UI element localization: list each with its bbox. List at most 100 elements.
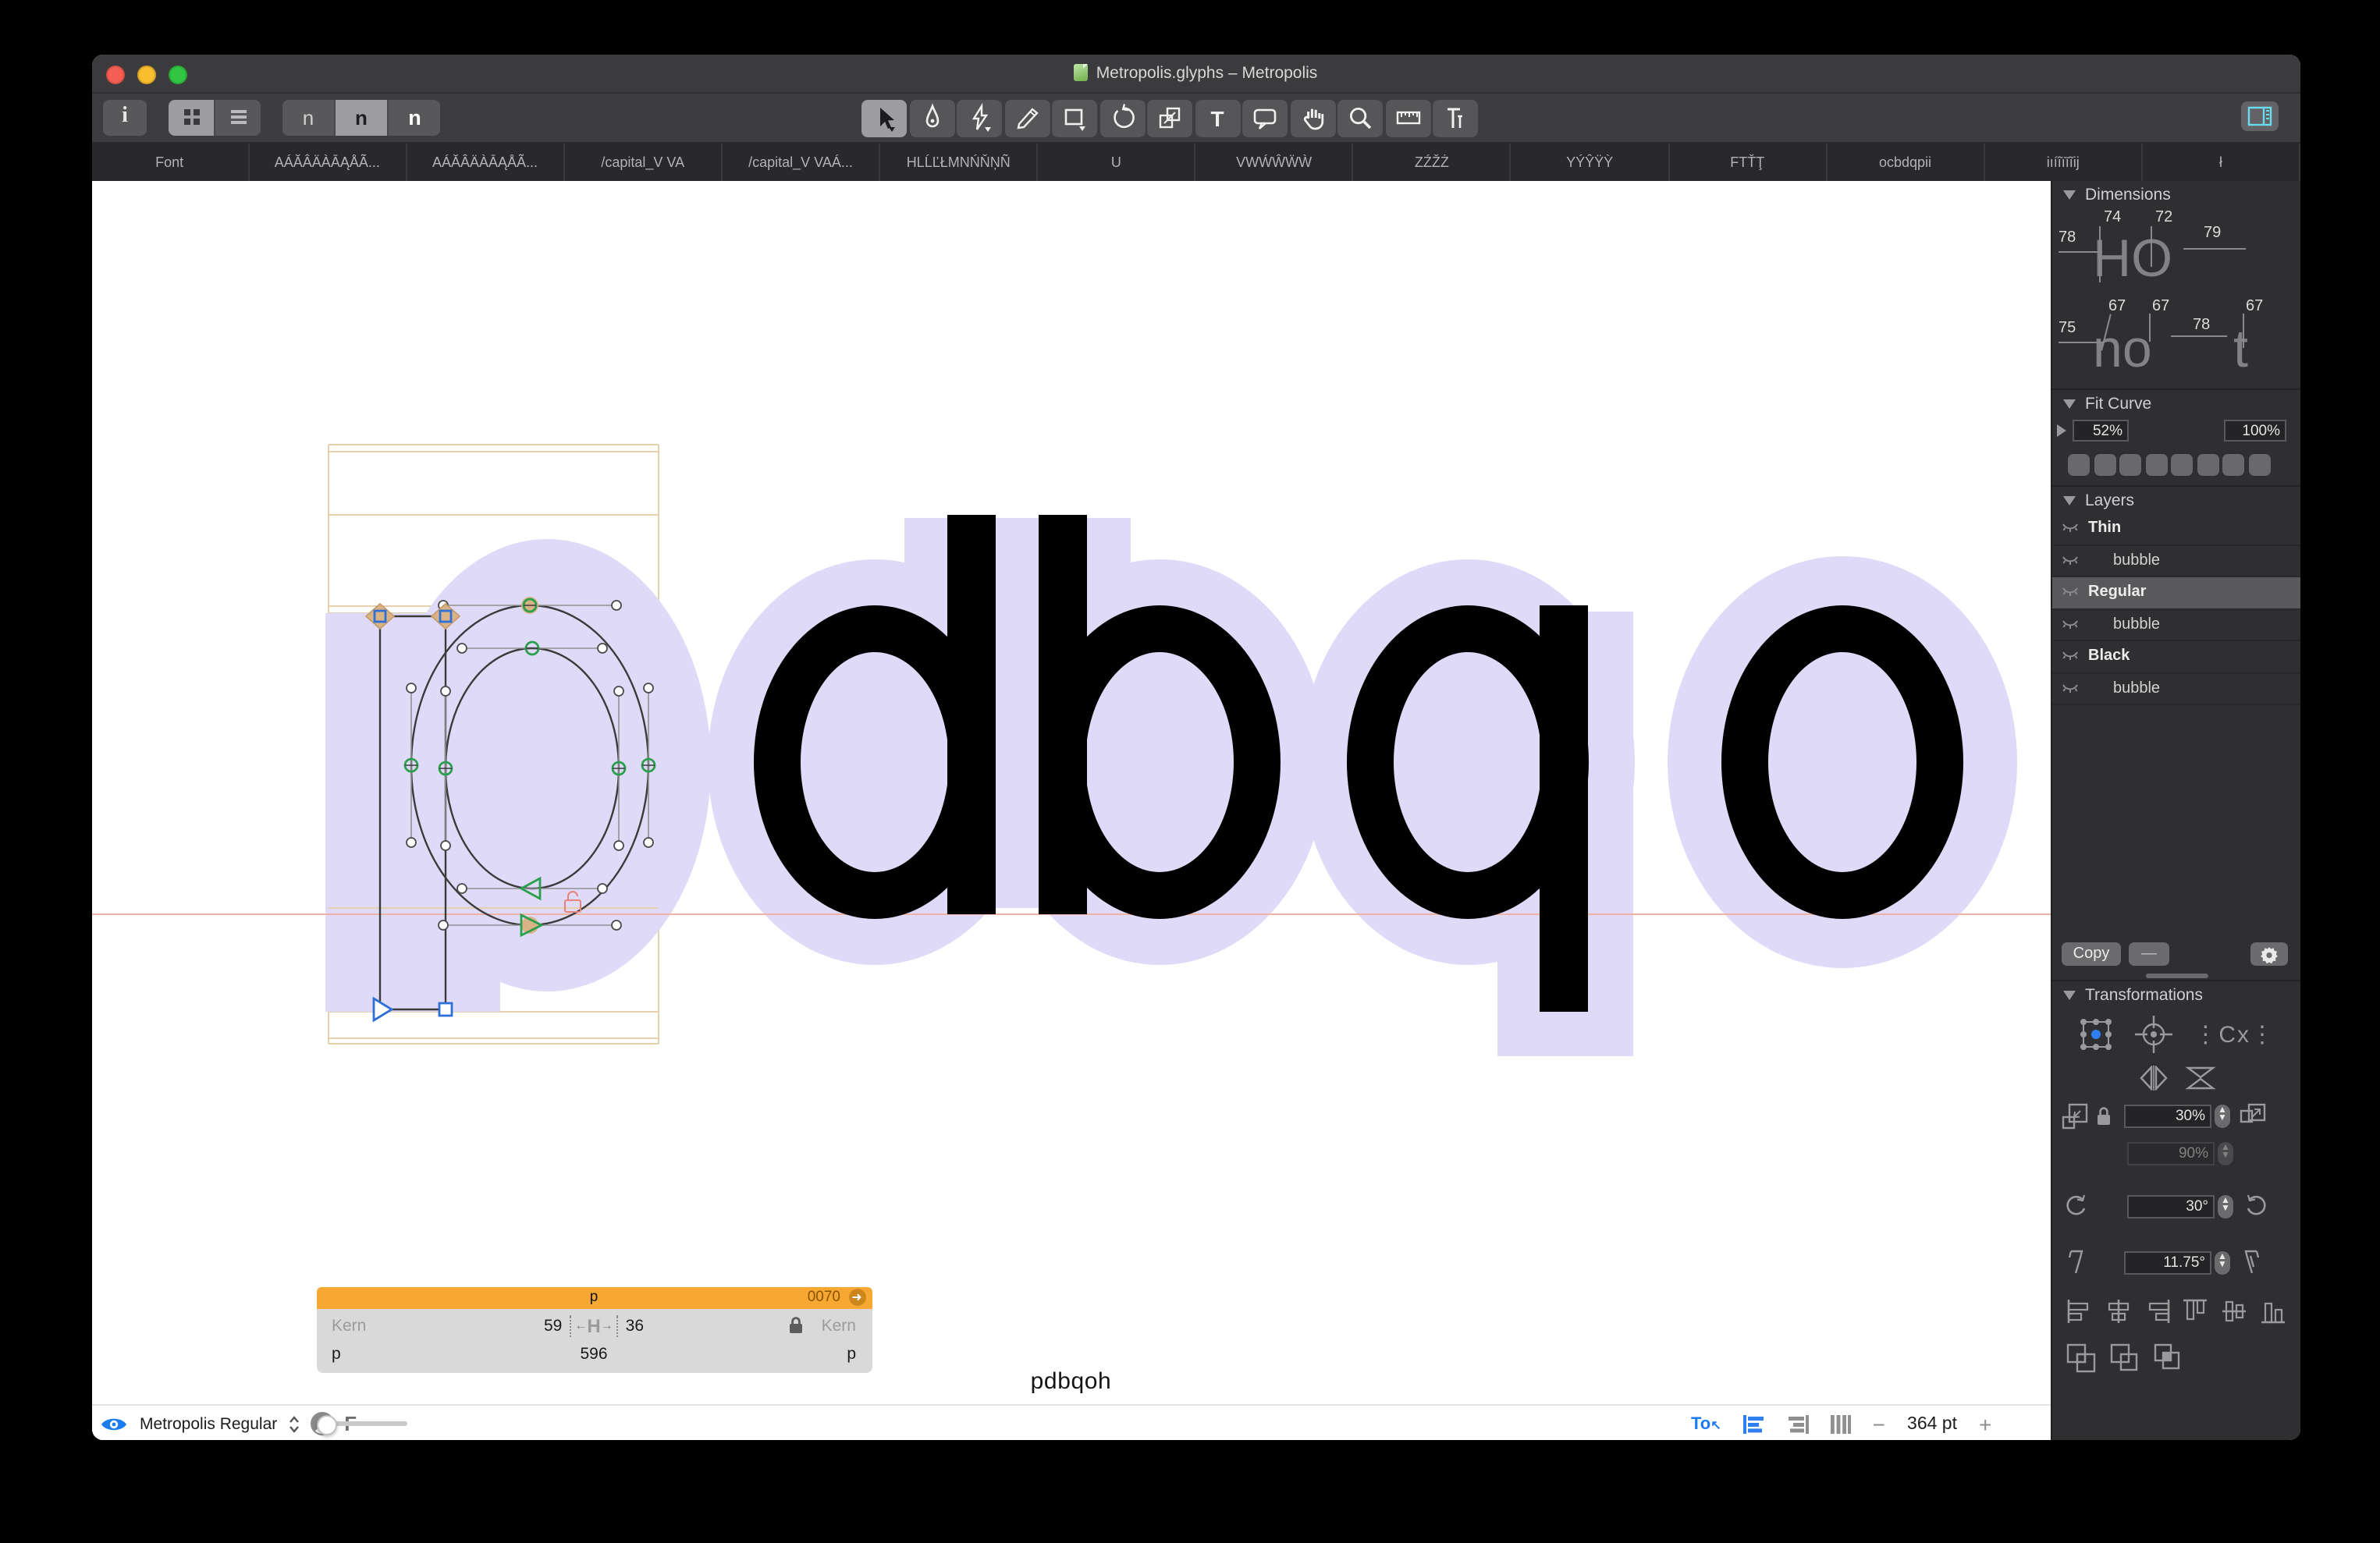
eye-closed-icon[interactable] <box>2062 555 2079 566</box>
layer-row-bubble[interactable]: bubble <box>2052 545 2300 577</box>
subtract-paths-icon[interactable] <box>2110 1343 2140 1372</box>
layer-row-bubble[interactable]: bubble <box>2052 673 2300 705</box>
glyph-info-header[interactable]: p 0070 ➜ <box>316 1286 872 1308</box>
intersect-paths-icon[interactable] <box>2154 1343 2183 1372</box>
scale-tool-button[interactable] <box>1147 99 1192 137</box>
master-thin-button[interactable]: n <box>282 99 334 135</box>
scale-down-icon[interactable] <box>2062 1102 2088 1129</box>
transform-origin-crosshair-icon[interactable] <box>2134 1014 2175 1055</box>
preview-eye-icon[interactable] <box>98 1414 129 1435</box>
layer-row-regular[interactable]: Regular <box>2052 577 2300 609</box>
left-sidebearing-value[interactable]: 59 <box>544 1316 562 1335</box>
center-vertical-icon[interactable] <box>2221 1297 2247 1324</box>
slant-left-icon[interactable] <box>2065 1250 2087 1275</box>
flip-vertical-icon[interactable] <box>2184 1066 2215 1091</box>
tab-glyph-group[interactable]: ZŹŽŻ <box>1354 144 1511 181</box>
origin-selector-icon[interactable] <box>2077 1016 2115 1053</box>
kern-right-label[interactable]: Kern <box>822 1316 856 1335</box>
disclosure-triangle-icon[interactable] <box>2063 990 2076 999</box>
fit-curve-header[interactable]: Fit Curve <box>2052 388 2300 417</box>
draw-tool-button[interactable] <box>909 99 954 137</box>
layers-header[interactable]: Layers <box>2052 485 2300 513</box>
select-tool-button[interactable] <box>861 99 907 137</box>
union-paths-icon[interactable] <box>2066 1343 2096 1372</box>
kern-left-label[interactable]: Kern <box>332 1316 366 1335</box>
right-sidebearing-value[interactable]: 36 <box>626 1316 644 1335</box>
tab-font[interactable]: Font <box>91 144 249 181</box>
tab-glyph-group[interactable]: /capital_V VAÁ... <box>723 144 880 181</box>
metrics-tool-button[interactable] <box>1433 99 1478 137</box>
eye-closed-icon[interactable] <box>2062 683 2079 694</box>
tab-glyph-group[interactable]: AÁĂÂÄÀĀĄÅÃ... <box>249 144 407 181</box>
measure-tool-button[interactable] <box>1385 99 1430 137</box>
disclosure-triangle-icon[interactable] <box>2063 495 2076 505</box>
tab-glyph-group[interactable]: AÁĂÂÄÀĀĄÅÃ... <box>407 144 564 181</box>
fit-curve-step-button[interactable] <box>2145 454 2167 476</box>
fit-curve-step-button[interactable] <box>2068 454 2090 476</box>
eye-closed-icon[interactable] <box>2062 619 2079 630</box>
transformations-header[interactable]: Transformations <box>2052 980 2300 1008</box>
master-black-button[interactable]: n <box>387 99 440 135</box>
custom-transform-icon[interactable]: ⋮Cx⋮ <box>2194 1020 2275 1048</box>
slant-angle-input[interactable] <box>2124 1250 2211 1274</box>
layer-settings-button[interactable] <box>2250 942 2288 966</box>
center-horizontal-icon[interactable] <box>2105 1297 2132 1324</box>
advance-width-value[interactable]: 596 <box>580 1344 607 1363</box>
preview-font-select[interactable]: Metropolis Regular <box>140 1415 277 1434</box>
align-left-edge-icon[interactable] <box>2066 1297 2093 1324</box>
flip-horizontal-icon[interactable] <box>2137 1066 2169 1091</box>
align-top-edge-icon[interactable] <box>2183 1297 2209 1324</box>
eye-closed-icon[interactable] <box>2062 651 2079 662</box>
master-regular-button[interactable]: n <box>334 99 387 135</box>
rotate-cw-icon[interactable] <box>2244 1194 2269 1218</box>
tab-glyph-group[interactable]: HLĹĽŁMNŃŇŅÑ <box>880 144 1038 181</box>
fit-curve-step-button[interactable] <box>2248 454 2270 476</box>
hand-tool-button[interactable] <box>1290 99 1335 137</box>
sidebar-toggle-button[interactable] <box>2241 101 2279 130</box>
slider-knob[interactable] <box>316 1415 336 1435</box>
copy-layer-button[interactable]: Copy <box>2062 942 2121 966</box>
layer-row-bubble[interactable]: bubble <box>2052 609 2300 641</box>
rotate-stepper[interactable]: ▲▼ <box>2218 1194 2233 1218</box>
fit-curve-step-button[interactable] <box>2222 454 2244 476</box>
font-info-button[interactable]: i <box>103 99 147 135</box>
lock-icon[interactable] <box>787 1316 803 1338</box>
dimensions-header[interactable]: Dimensions <box>2052 181 2300 208</box>
scale-secondary-stepper[interactable]: ▲▼ <box>2218 1141 2233 1165</box>
disclosure-triangle-icon[interactable] <box>2063 190 2076 199</box>
preview-size-slider[interactable] <box>319 1422 407 1427</box>
primitives-tool-button[interactable] <box>1052 99 1097 137</box>
fit-curve-step-button[interactable] <box>2197 454 2218 476</box>
fit-curve-step-button[interactable] <box>2119 454 2141 476</box>
zoom-tool-button[interactable] <box>1337 99 1383 137</box>
tab-glyph-group[interactable]: ocbdqpii <box>1827 144 1984 181</box>
tab-glyph-group[interactable]: FTŤŢ <box>1669 144 1827 181</box>
align-bottom-edge-icon[interactable] <box>2260 1297 2286 1324</box>
tab-glyph-group[interactable]: /capital_V VA <box>565 144 723 181</box>
annotation-tool-button[interactable] <box>1242 99 1288 137</box>
fit-curve-disclosure-icon[interactable] <box>2057 424 2066 437</box>
eye-closed-icon[interactable] <box>2062 523 2079 534</box>
kern-pair-right-glyph[interactable]: p <box>847 1344 856 1363</box>
kerning-toggle-button[interactable]: To↖ <box>1691 1415 1721 1434</box>
fit-curve-step-button[interactable] <box>2171 454 2193 476</box>
tab-glyph-group[interactable]: U <box>1038 144 1195 181</box>
font-select-chevrons-icon[interactable] <box>288 1415 299 1434</box>
fit-curve-step-button[interactable] <box>2094 454 2115 476</box>
scale-secondary-input[interactable] <box>2127 1141 2215 1165</box>
vertical-layout-icon[interactable] <box>1831 1415 1851 1434</box>
remove-layer-button[interactable]: — <box>2129 942 2169 966</box>
zoom-in-button[interactable]: + <box>1979 1412 1991 1437</box>
kern-pair-left-glyph[interactable]: p <box>332 1344 341 1363</box>
disclosure-triangle-icon[interactable] <box>2063 399 2076 408</box>
align-left-icon[interactable] <box>1743 1415 1765 1434</box>
title-bar[interactable]: Metropolis.glyphs – Metropolis <box>91 55 2300 93</box>
layer-row-thin[interactable]: Thin <box>2052 513 2300 545</box>
edit-canvas[interactable]: p 0070 ➜ Kern 59 ←H→ 36 <box>91 181 2051 1360</box>
scale-percent-input[interactable] <box>2124 1104 2211 1127</box>
zoom-level-value[interactable]: 364 pt <box>1907 1415 1957 1434</box>
layer-row-black[interactable]: Black <box>2052 641 2300 673</box>
align-right-edge-icon[interactable] <box>2144 1297 2170 1324</box>
metrics-key-badge[interactable]: ←H→ <box>570 1314 617 1336</box>
fit-curve-min-input[interactable] <box>2073 420 2129 442</box>
